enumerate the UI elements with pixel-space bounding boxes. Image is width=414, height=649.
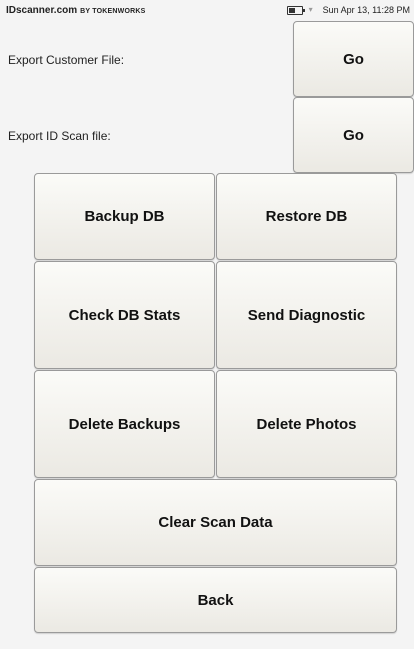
- export-customer-label: Export Customer File:: [8, 53, 125, 67]
- status-right: ▾ Sun Apr 13, 11:28 PM: [286, 5, 414, 15]
- wifi-icon: ▾: [308, 5, 313, 14]
- send-diagnostic-button[interactable]: Send Diagnostic: [216, 261, 397, 369]
- export-customer-go-button[interactable]: Go: [293, 21, 414, 97]
- backup-db-button[interactable]: Backup DB: [34, 173, 215, 260]
- brand-logo: IDscanner.com BY TOKENWORKS: [0, 5, 146, 16]
- battery-icon: [286, 5, 305, 15]
- back-button[interactable]: Back: [34, 567, 397, 633]
- clear-scan-data-button[interactable]: Clear Scan Data: [34, 479, 397, 566]
- restore-db-button[interactable]: Restore DB: [216, 173, 397, 260]
- delete-photos-button[interactable]: Delete Photos: [216, 370, 397, 478]
- delete-backups-button[interactable]: Delete Backups: [34, 370, 215, 478]
- export-idscan-go-button[interactable]: Go: [293, 97, 414, 173]
- status-datetime: Sun Apr 13, 11:28 PM: [322, 5, 410, 15]
- brand-suffix: BY TOKENWORKS: [80, 7, 146, 15]
- check-db-stats-button[interactable]: Check DB Stats: [34, 261, 215, 369]
- export-idscan-label: Export ID Scan file:: [8, 129, 111, 143]
- status-bar: IDscanner.com BY TOKENWORKS ▾ Sun Apr 13,…: [0, 0, 414, 20]
- brand-name: IDscanner.com: [6, 4, 78, 16]
